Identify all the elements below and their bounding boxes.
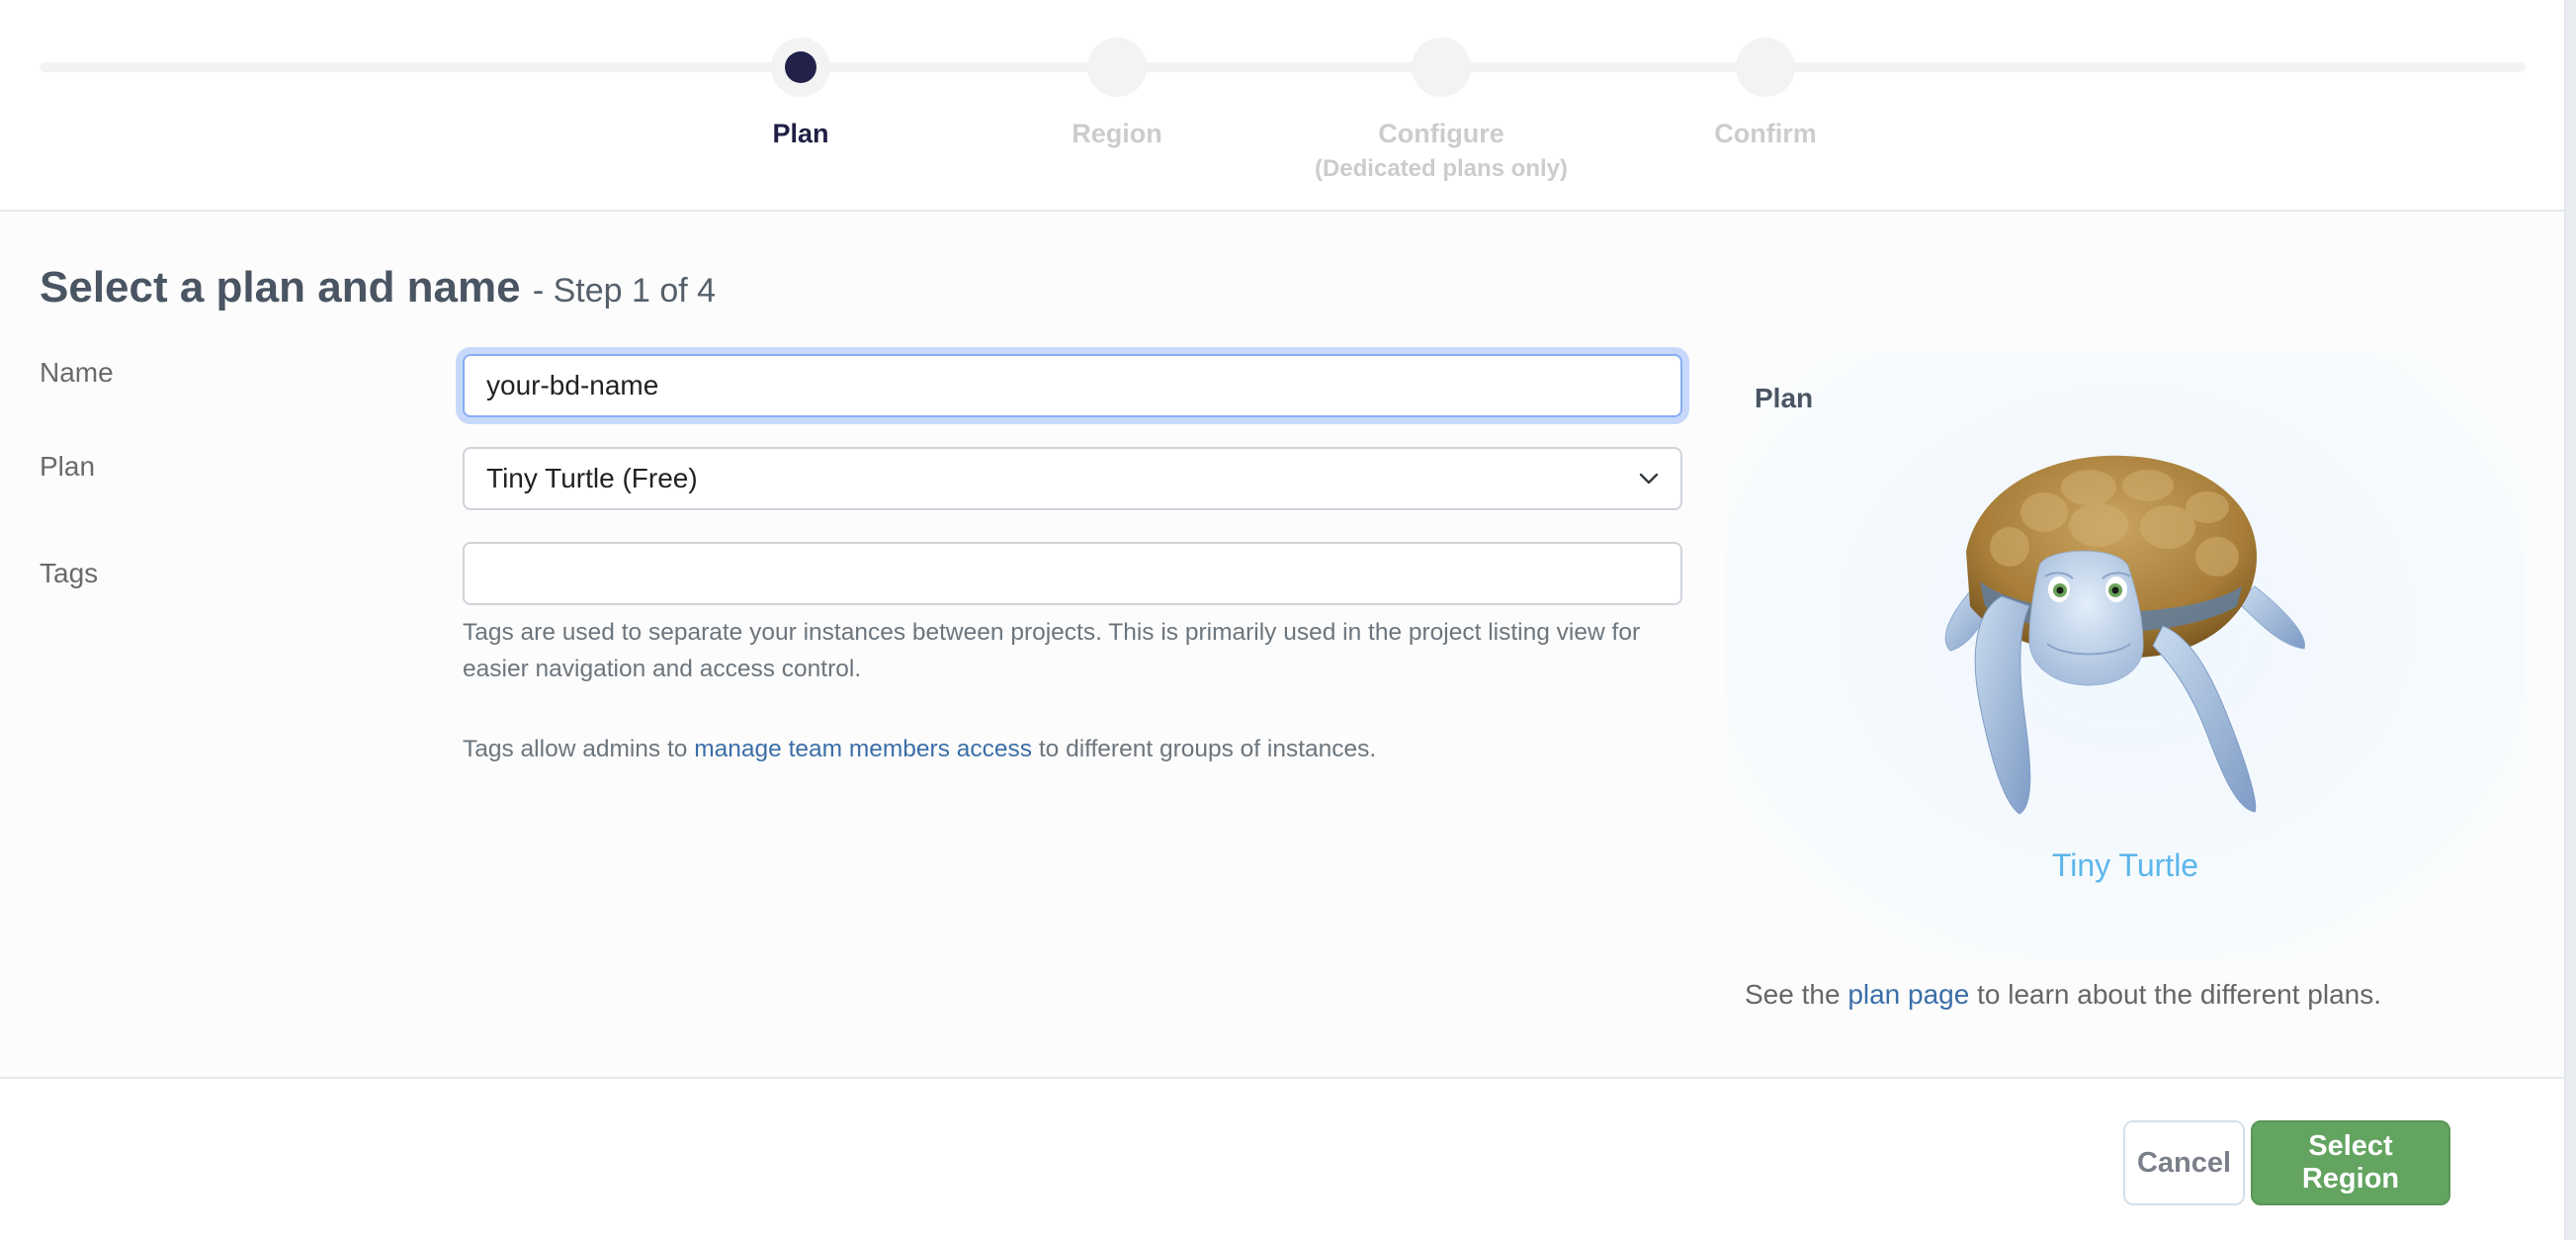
step-label: Region xyxy=(1072,119,1162,148)
plan-select-value: Tiny Turtle (Free) xyxy=(486,463,698,493)
page-title: Select a plan and name - Step 1 of 4 xyxy=(40,263,716,312)
step-sublabel: (Dedicated plans only) xyxy=(1314,155,1569,182)
progress-stepper: Plan Region Configure (Dedicated plans o… xyxy=(0,0,2564,212)
tags-label: Tags xyxy=(40,558,99,588)
step-label: Plan xyxy=(772,119,829,148)
tags-help-text: Tags are used to separate your instances… xyxy=(463,619,1641,682)
plan-page-note: See the plan page to learn about the dif… xyxy=(1745,979,2381,1011)
step-indicator-circle xyxy=(771,38,830,97)
tags-input[interactable] xyxy=(463,542,1682,605)
plan-preview-card: Plan Tiny Turtle xyxy=(1725,353,2526,958)
step-configure: Configure (Dedicated plans only) xyxy=(1293,38,1589,183)
step-active-dot xyxy=(785,51,816,83)
plan-page-link[interactable]: plan page xyxy=(1847,979,1969,1010)
step-indicator-circle xyxy=(1087,38,1147,97)
name-label: Name xyxy=(40,357,114,388)
select-region-button[interactable]: Select Region xyxy=(2251,1120,2450,1205)
plan-note-before: See the xyxy=(1745,979,1841,1010)
step-indicator-circle xyxy=(1412,38,1471,97)
chevron-down-icon xyxy=(1639,473,1659,485)
name-input[interactable] xyxy=(463,354,1682,417)
plan-note-after: to learn about the different plans. xyxy=(1977,979,2381,1010)
create-instance-panel: Plan Region Configure (Dedicated plans o… xyxy=(0,0,2566,1240)
tags-admin-note: Tags allow admins to manage team members… xyxy=(463,731,1688,767)
page-title-text: Select a plan and name xyxy=(40,263,521,311)
step-label: Confirm xyxy=(1714,119,1817,148)
step-indicator-circle xyxy=(1736,38,1795,97)
cancel-button[interactable]: Cancel xyxy=(2123,1120,2245,1205)
manage-team-access-link[interactable]: manage team members access xyxy=(694,736,1032,762)
plan-select[interactable]: Tiny Turtle (Free) xyxy=(463,447,1682,510)
tags-admin-text-before: Tags allow admins to xyxy=(463,736,688,762)
step-counter: - Step 1 of 4 xyxy=(532,272,717,310)
step-region: Region xyxy=(969,38,1265,149)
tags-admin-text-after: to different groups of instances. xyxy=(1038,736,1377,762)
tiny-turtle-image xyxy=(1944,455,2305,815)
step-confirm: Confirm xyxy=(1617,38,1914,149)
footer-divider xyxy=(0,1077,2564,1079)
plan-label: Plan xyxy=(40,451,96,482)
step-label: Configure xyxy=(1378,119,1504,148)
plan-name: Tiny Turtle xyxy=(2051,847,2199,883)
step-plan: Plan xyxy=(652,38,949,149)
stepper-track xyxy=(40,62,2526,72)
plan-card-title: Plan xyxy=(1755,383,1814,413)
